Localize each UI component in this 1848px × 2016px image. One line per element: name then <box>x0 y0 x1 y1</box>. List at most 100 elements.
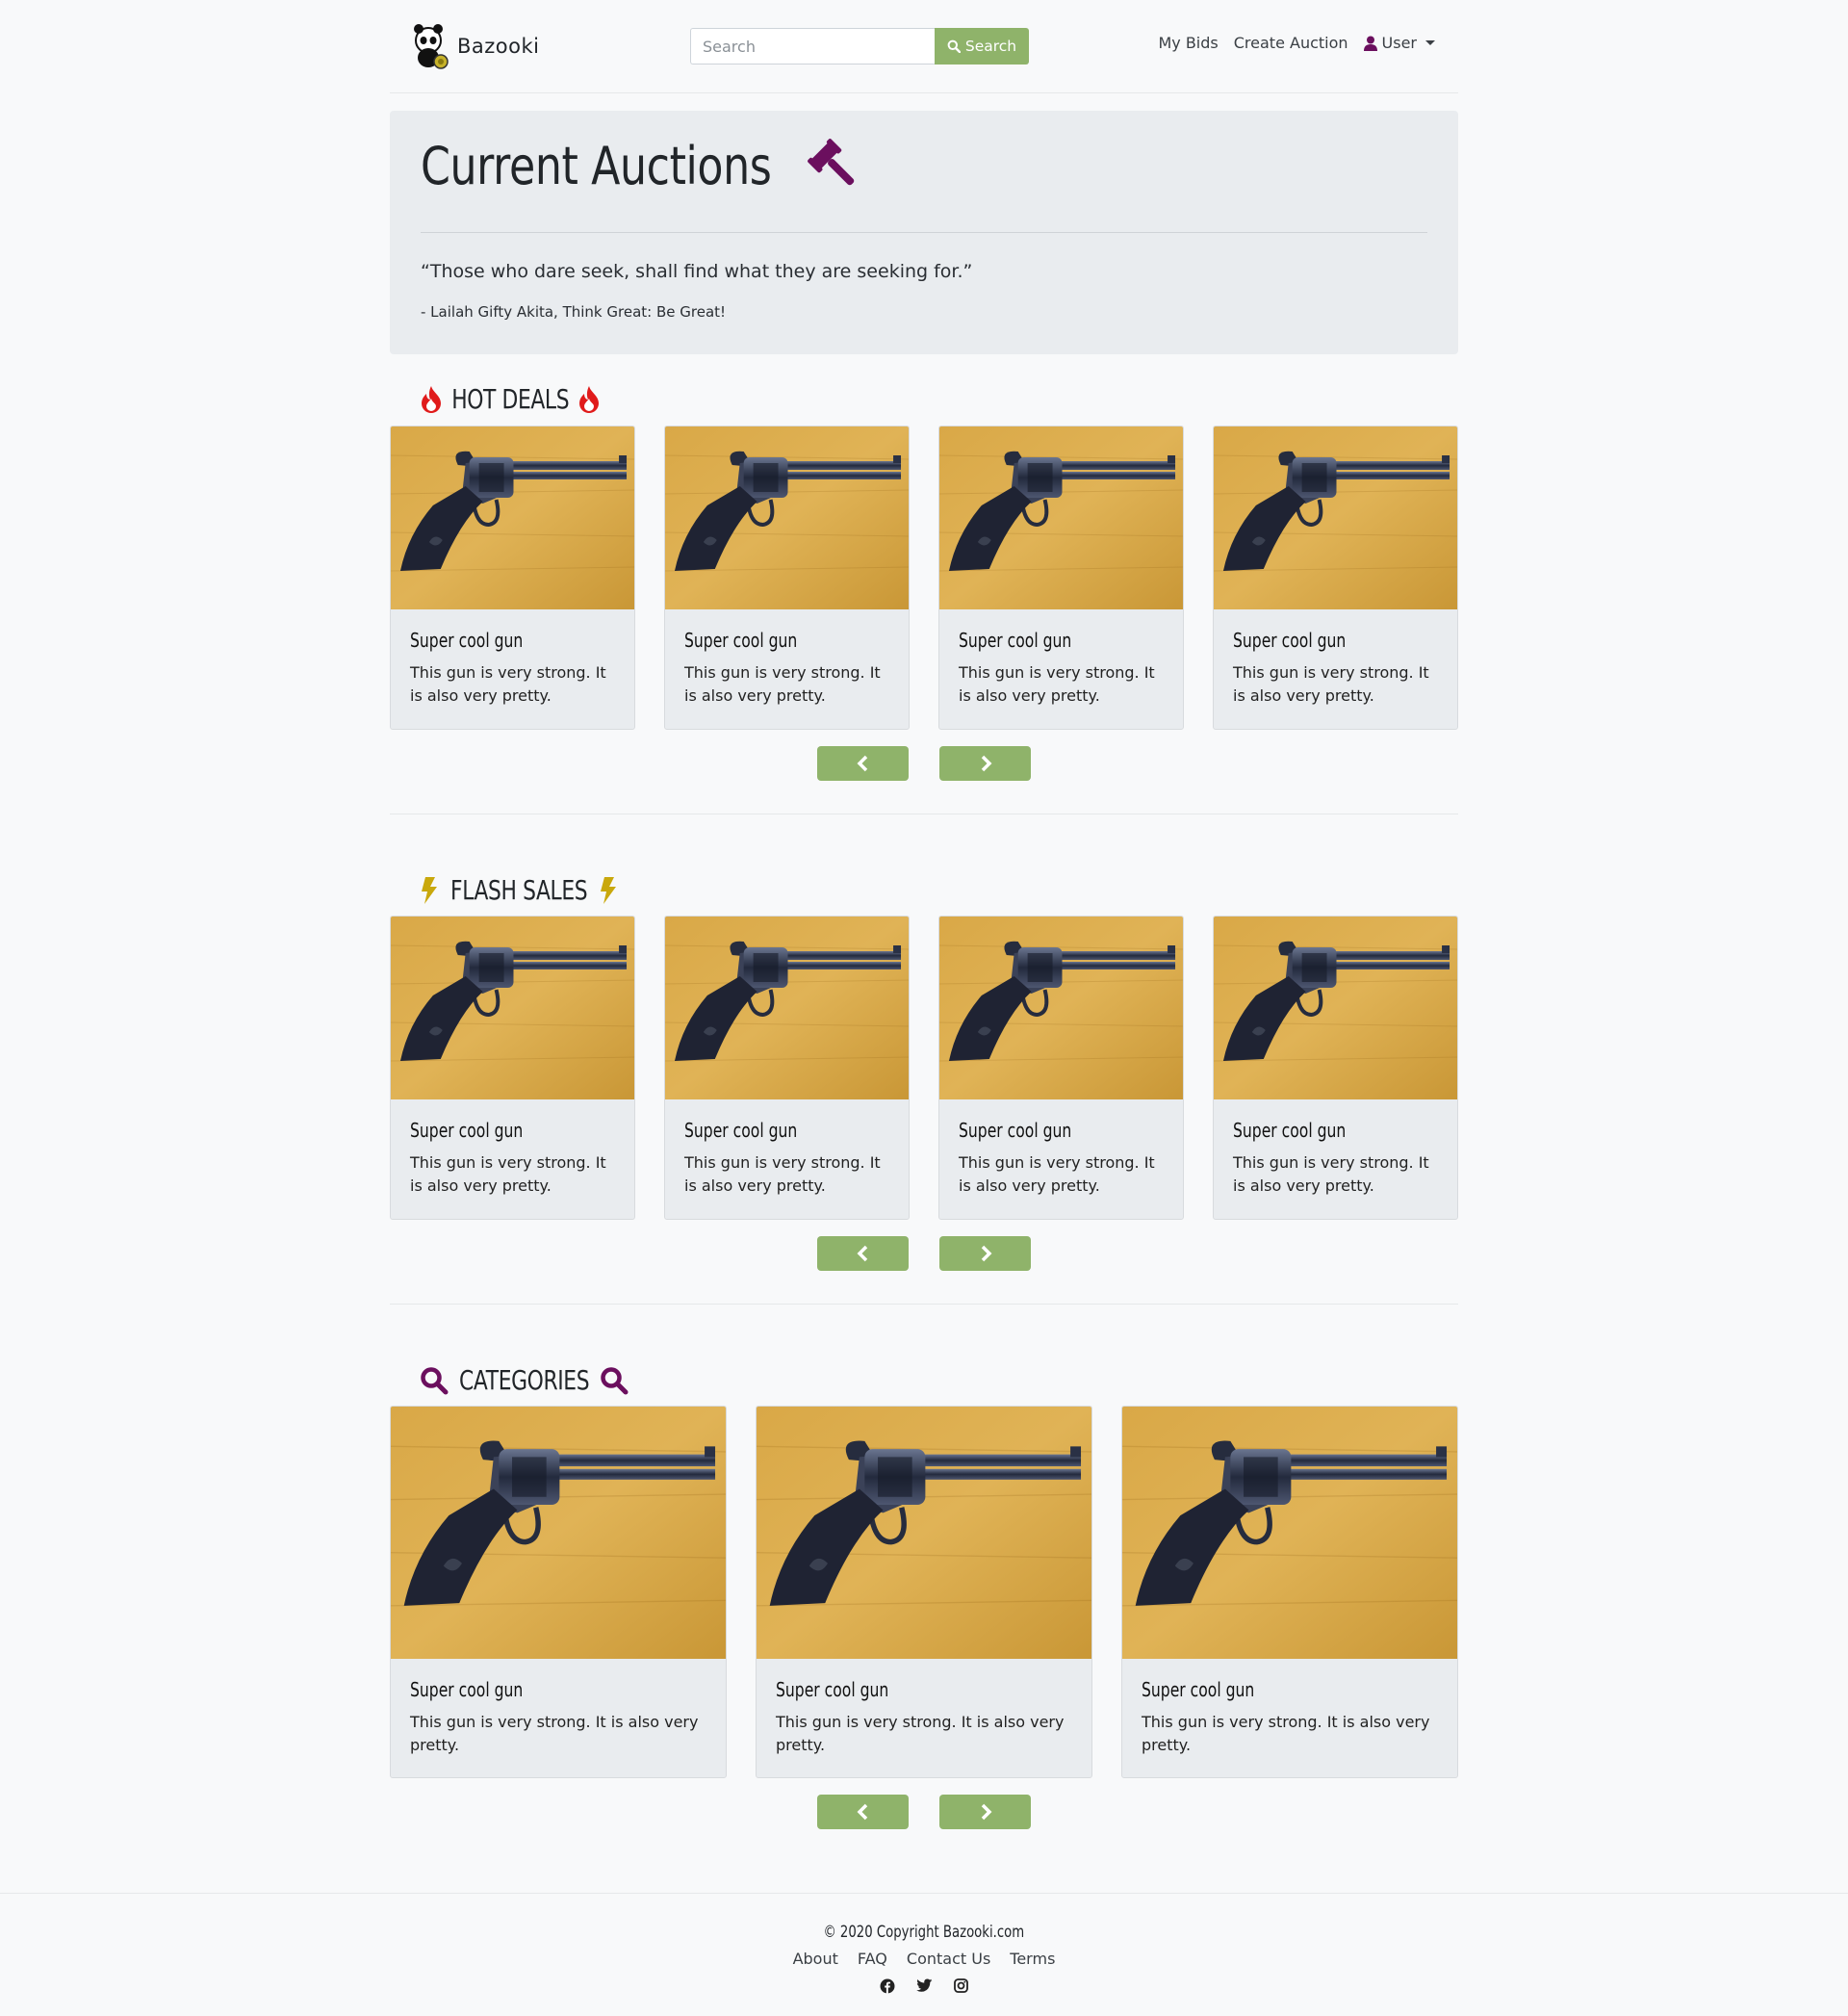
card-title: Super cool gun <box>410 1678 524 1701</box>
card-text: This gun is very strong. It is also very… <box>684 1153 881 1195</box>
card-title: Super cool gun <box>1233 629 1347 652</box>
lightning-icon <box>601 876 617 904</box>
product-image <box>391 917 634 1099</box>
fire-icon <box>579 385 600 413</box>
chevron-right-icon <box>981 755 991 772</box>
flash-sales-prev-button[interactable] <box>817 1236 909 1271</box>
card-text: This gun is very strong. It is also very… <box>410 1153 606 1195</box>
instagram-icon[interactable] <box>954 1978 968 1993</box>
auction-card[interactable]: Super cool gun This gun is very strong. … <box>938 426 1184 730</box>
auction-card[interactable]: Super cool gun This gun is very strong. … <box>1213 426 1458 730</box>
search-icon <box>421 1366 449 1394</box>
facebook-icon[interactable] <box>880 1978 895 1994</box>
card-title: Super cool gun <box>1142 1678 1255 1701</box>
hot-deals-prev-button[interactable] <box>817 746 909 781</box>
chevron-left-icon <box>857 755 867 772</box>
card-title: Super cool gun <box>410 629 524 652</box>
jumbotron: Current Auctions “Those who dare seek, s… <box>390 111 1458 354</box>
footer: © 2020 Copyright Bazooki.com About FAQ C… <box>0 1893 1848 2016</box>
search-input[interactable] <box>690 28 945 65</box>
twitter-icon[interactable] <box>916 1978 933 1993</box>
auction-card[interactable]: Super cool gun This gun is very strong. … <box>390 916 635 1220</box>
card-text: This gun is very strong. It is also very… <box>1142 1713 1430 1754</box>
divider <box>421 232 1427 233</box>
section-title: HOT DEALS <box>451 383 570 415</box>
product-image <box>1122 1407 1457 1659</box>
user-dropdown[interactable]: User <box>1363 34 1435 52</box>
fire-icon <box>422 385 441 413</box>
footer-link-about[interactable]: About <box>793 1950 838 1968</box>
user-icon <box>1363 36 1377 51</box>
categories-heading: CATEGORIES <box>420 1364 629 1396</box>
footer-link-contact[interactable]: Contact Us <box>907 1950 990 1968</box>
quote-author: - Lailah Gifty Akita, Think Great: Be Gr… <box>421 303 727 321</box>
search-button[interactable]: Search <box>935 28 1029 65</box>
search-icon <box>947 39 961 53</box>
chevron-down-icon <box>1425 40 1435 45</box>
gavel-icon <box>808 138 855 185</box>
navbar: Bazooki Search My Bids Create Auction Us… <box>390 0 1458 93</box>
card-text: This gun is very strong. It is also very… <box>410 1713 699 1754</box>
hot-deals-next-button[interactable] <box>939 746 1031 781</box>
product-image <box>665 426 909 609</box>
quote-text: “Those who dare seek, shall find what th… <box>421 261 973 282</box>
product-image <box>391 1407 726 1659</box>
chevron-right-icon <box>981 1245 991 1262</box>
divider <box>390 1304 1458 1305</box>
product-image <box>939 917 1183 1099</box>
flash-sales-next-button[interactable] <box>939 1236 1031 1271</box>
chevron-left-icon <box>857 1245 867 1262</box>
auction-card[interactable]: Super cool gun This gun is very strong. … <box>938 916 1184 1220</box>
section-title: FLASH SALES <box>450 874 588 906</box>
brand-link[interactable]: Bazooki <box>411 19 540 73</box>
product-image <box>391 426 634 609</box>
copyright: © 2020 Copyright Bazooki.com <box>0 1923 1848 1942</box>
product-image <box>757 1407 1091 1659</box>
card-title: Super cool gun <box>1233 1119 1347 1142</box>
hot-deals-heading: HOT DEALS <box>420 383 601 415</box>
auction-card[interactable]: Super cool gun This gun is very strong. … <box>664 916 910 1220</box>
category-card[interactable]: Super cool gun This gun is very strong. … <box>390 1406 727 1778</box>
card-text: This gun is very strong. It is also very… <box>959 663 1155 705</box>
brand-name: Bazooki <box>457 35 540 58</box>
product-image <box>665 917 909 1099</box>
category-card[interactable]: Super cool gun This gun is very strong. … <box>756 1406 1092 1778</box>
footer-link-terms[interactable]: Terms <box>1010 1950 1055 1968</box>
nav-my-bids[interactable]: My Bids <box>1158 34 1218 52</box>
card-title: Super cool gun <box>684 629 798 652</box>
auction-card[interactable]: Super cool gun This gun is very strong. … <box>664 426 910 730</box>
page-title: Current Auctions <box>421 136 772 196</box>
search-icon <box>601 1366 629 1394</box>
footer-link-faq[interactable]: FAQ <box>858 1950 887 1968</box>
auction-card[interactable]: Super cool gun This gun is very strong. … <box>1213 916 1458 1220</box>
card-title: Super cool gun <box>684 1119 798 1142</box>
user-label: User <box>1381 34 1417 52</box>
card-title: Super cool gun <box>959 629 1072 652</box>
lightning-icon <box>422 876 437 904</box>
card-text: This gun is very strong. It is also very… <box>410 663 606 705</box>
footer-links: About FAQ Contact Us Terms <box>0 1950 1848 1968</box>
card-text: This gun is very strong. It is also very… <box>776 1713 1065 1754</box>
product-image <box>1214 917 1457 1099</box>
card-text: This gun is very strong. It is also very… <box>684 663 881 705</box>
copyright-text: © 2020 Copyright Bazooki.com <box>823 1923 1025 1942</box>
jumbotron-heading: Current Auctions <box>421 136 863 196</box>
chevron-left-icon <box>857 1803 867 1821</box>
nav-links: My Bids Create Auction User <box>1158 34 1435 52</box>
card-text: This gun is very strong. It is also very… <box>1233 663 1429 705</box>
flash-sales-heading: FLASH SALES <box>420 874 618 906</box>
auction-card[interactable]: Super cool gun This gun is very strong. … <box>390 426 635 730</box>
chevron-right-icon <box>981 1803 991 1821</box>
panda-logo-icon <box>414 24 449 69</box>
nav-create-auction[interactable]: Create Auction <box>1234 34 1348 52</box>
card-title: Super cool gun <box>410 1119 524 1142</box>
card-title: Super cool gun <box>959 1119 1072 1142</box>
section-title: CATEGORIES <box>459 1364 590 1396</box>
card-text: This gun is very strong. It is also very… <box>959 1153 1155 1195</box>
categories-next-button[interactable] <box>939 1795 1031 1829</box>
product-image <box>939 426 1183 609</box>
product-image <box>1214 426 1457 609</box>
categories-prev-button[interactable] <box>817 1795 909 1829</box>
category-card[interactable]: Super cool gun This gun is very strong. … <box>1121 1406 1458 1778</box>
card-text: This gun is very strong. It is also very… <box>1233 1153 1429 1195</box>
